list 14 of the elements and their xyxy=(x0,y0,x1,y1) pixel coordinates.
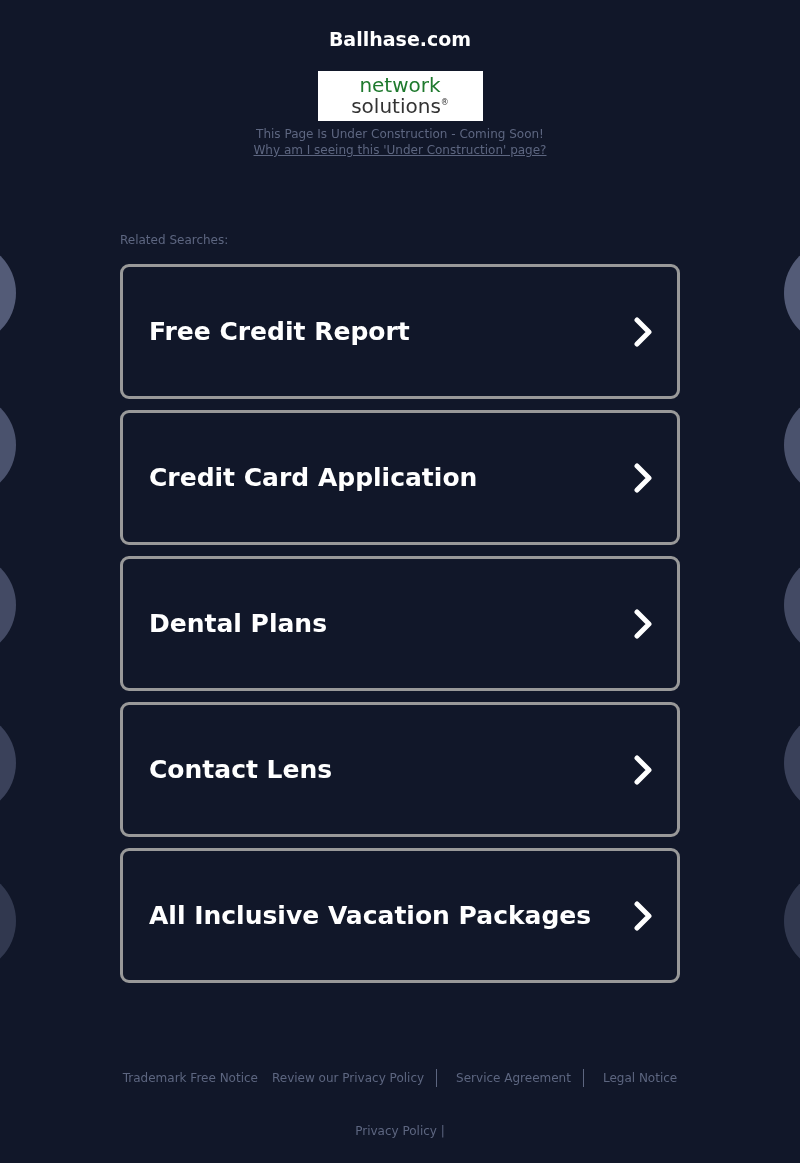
search-link-card[interactable]: Credit Card Application xyxy=(120,410,680,545)
related-searches-label: Related Searches: xyxy=(120,232,230,248)
search-link-card[interactable]: Dental Plans xyxy=(120,556,680,691)
chevron-icon xyxy=(634,462,652,493)
search-link-card[interactable]: Contact Lens xyxy=(120,702,680,837)
search-link-card[interactable]: All Inclusive Vacation Packages xyxy=(120,848,680,983)
chevron-icon xyxy=(634,754,652,785)
construction-notice: This Page Is Under Construction - Coming Soon! xyxy=(256,126,544,142)
chevron-icon xyxy=(634,900,652,931)
site-title: Ballhase.com xyxy=(328,28,472,50)
search-link-card[interactable]: Free Credit Report xyxy=(120,264,680,399)
logo[interactable]: network solutions$^{®}$ xyxy=(317,71,483,121)
chevron-icon xyxy=(634,316,652,347)
chevron-icon xyxy=(634,608,652,639)
